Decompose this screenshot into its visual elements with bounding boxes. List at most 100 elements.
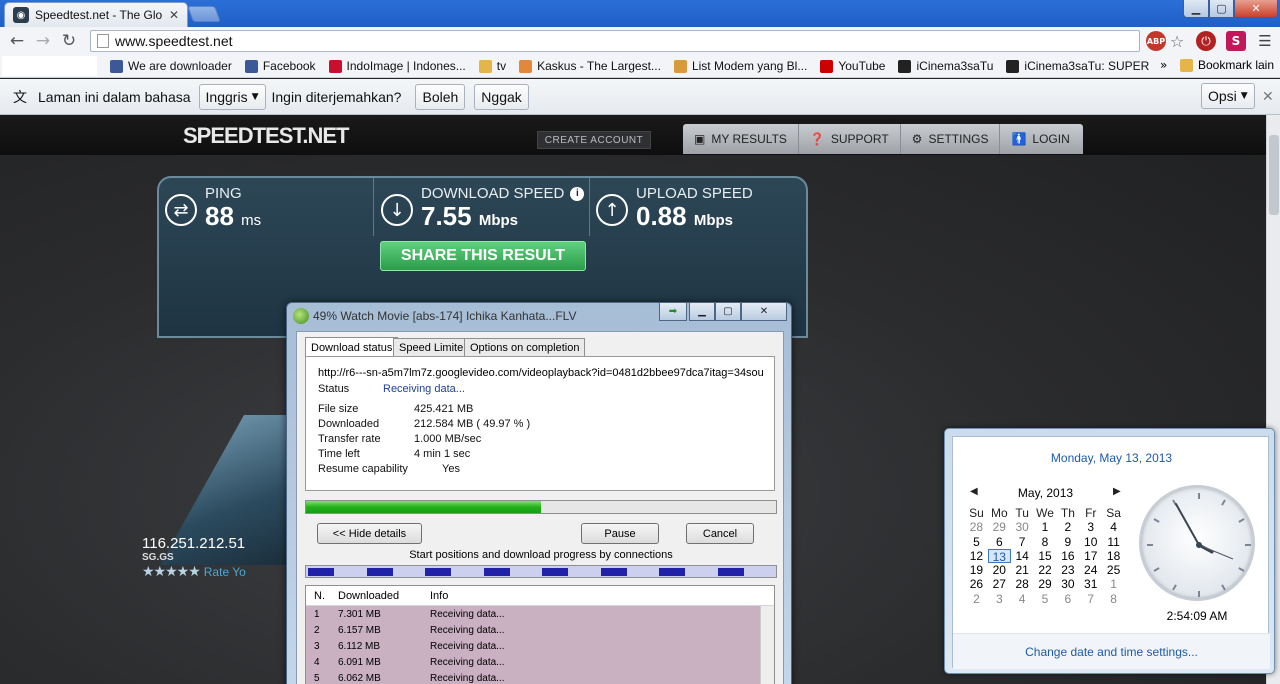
calendar-day[interactable]: 14 [1011, 549, 1034, 563]
calendar-day[interactable]: 28 [965, 520, 988, 534]
translate-no-button[interactable]: Nggak [474, 83, 529, 110]
calendar-day[interactable]: 4 [1102, 520, 1125, 534]
calendar-day[interactable]: 2 [1056, 520, 1079, 534]
dialog-close-button[interactable]: ✕ [741, 303, 787, 321]
tab-options-on-completion[interactable]: Options on completion [464, 338, 586, 356]
extension-s-icon[interactable]: S [1226, 31, 1246, 51]
language-select[interactable]: Inggris ▼ [198, 83, 266, 110]
window-close-button[interactable]: ✕ [1234, 0, 1278, 18]
calendar-day[interactable]: 22 [1034, 563, 1057, 577]
create-account-button[interactable]: CREATE ACCOUNT [537, 131, 651, 149]
calendar-day[interactable]: 18 [1102, 549, 1125, 563]
calendar-day[interactable]: 19 [965, 563, 988, 577]
translate-options-button[interactable]: Opsi ▼ [1201, 83, 1255, 109]
next-month-icon[interactable]: ▶ [1113, 486, 1121, 497]
calendar-day[interactable]: 27 [988, 577, 1011, 591]
new-tab-button[interactable] [187, 6, 221, 22]
connection-row[interactable]: 3 6.112 MB Receiving data... [306, 638, 774, 654]
calendar-day[interactable]: 9 [1056, 535, 1079, 549]
calendar-day[interactable]: 29 [988, 520, 1011, 534]
calendar-day[interactable]: 20 [988, 563, 1011, 577]
nav-login[interactable]: 🚹 LOGIN [1000, 124, 1080, 154]
calendar-day[interactable]: 7 [1079, 592, 1102, 606]
bookmark-item[interactable]: We are downloader [110, 59, 232, 73]
tab-speed-limiter[interactable]: Speed Limiter [393, 338, 473, 356]
calendar-day[interactable]: 23 [1056, 563, 1079, 577]
calendar-day[interactable]: 21 [1011, 563, 1034, 577]
calendar-day[interactable]: 3 [988, 592, 1011, 606]
connections-scrollbar[interactable] [760, 606, 774, 684]
calendar-day[interactable]: 7 [1011, 535, 1034, 549]
calendar-day[interactable]: 25 [1102, 563, 1125, 577]
pause-button[interactable]: Pause [581, 523, 659, 544]
calendar-day[interactable]: 12 [965, 549, 988, 563]
adblock-icon[interactable]: ABP [1146, 31, 1166, 51]
bookmark-item[interactable]: tv [478, 59, 506, 73]
dialog-arrow-button[interactable]: ➡ [659, 303, 687, 321]
calendar-day[interactable]: 5 [1034, 592, 1057, 606]
calendar-day[interactable]: 2 [965, 592, 988, 606]
translate-close-icon[interactable]: ✕ [1262, 89, 1274, 105]
tab-download-status[interactable]: Download status [305, 337, 399, 357]
col-header-downloaded[interactable]: Downloaded [328, 590, 424, 602]
calendar-day[interactable]: 24 [1079, 563, 1102, 577]
calendar-day[interactable]: 30 [1056, 577, 1079, 591]
bookmark-other[interactable]: Bookmark lain [1179, 58, 1274, 72]
share-result-button[interactable]: SHARE THIS RESULT [380, 241, 586, 271]
bookmark-item[interactable]: YouTube [820, 59, 885, 73]
calendar-day[interactable]: 4 [1011, 592, 1034, 606]
calendar-day[interactable]: 3 [1079, 520, 1102, 534]
bookmark-item[interactable]: IndoImage | Indones... [328, 59, 466, 73]
nav-support[interactable]: ❓ SUPPORT [799, 124, 901, 154]
calendar-day[interactable]: 29 [1034, 577, 1057, 591]
hide-details-button[interactable]: << Hide details [317, 523, 422, 544]
bookmark-item[interactable]: List Modem yang Bl... [673, 59, 807, 73]
window-maximize-button[interactable]: ▢ [1209, 0, 1234, 18]
calendar-day[interactable]: 13 [987, 548, 1011, 564]
star-bookmark-icon[interactable]: ☆ [1167, 31, 1187, 51]
address-bar[interactable]: www.speedtest.net [90, 30, 1140, 52]
bookmark-item[interactable]: iCinema3saTu [898, 59, 993, 73]
connection-row[interactable]: 4 6.091 MB Receiving data... [306, 654, 774, 670]
col-header-info[interactable]: Info [424, 590, 774, 602]
connection-row[interactable]: 2 6.157 MB Receiving data... [306, 622, 774, 638]
col-header-n[interactable]: N. [306, 590, 328, 602]
calendar-day[interactable]: 1 [1034, 520, 1057, 534]
calendar-day[interactable]: 1 [1102, 577, 1125, 591]
window-minimize-button[interactable]: ▁ [1183, 0, 1209, 18]
calendar-day[interactable]: 16 [1056, 549, 1079, 563]
scroll-thumb[interactable] [1269, 135, 1279, 215]
nav-settings[interactable]: ⚙ SETTINGS [901, 124, 1001, 154]
calendar-day[interactable]: 26 [965, 577, 988, 591]
back-arrow-icon[interactable]: ← [4, 31, 30, 51]
calendar-day[interactable]: 30 [1011, 520, 1034, 534]
connection-row[interactable]: 5 6.062 MB Receiving data... [306, 670, 774, 684]
calendar-day[interactable]: 31 [1079, 577, 1102, 591]
translate-yes-button[interactable]: Boleh [415, 83, 466, 110]
calendar-day[interactable]: 8 [1034, 535, 1057, 549]
calendar-day[interactable]: 6 [988, 535, 1011, 549]
extension-red-icon[interactable]: ⏻ [1196, 31, 1216, 51]
tab-speedtest[interactable]: ◉ Speedtest.net - The Globa ✕ [4, 2, 188, 27]
rate-isp-link[interactable]: Rate Yo [204, 565, 246, 579]
calendar-day[interactable]: 11 [1102, 535, 1125, 549]
calendar-day[interactable]: 10 [1079, 535, 1102, 549]
calendar-day[interactable]: 8 [1102, 592, 1125, 606]
dialog-minimize-button[interactable]: ▁ [689, 303, 715, 321]
connection-row[interactable]: 1 7.301 MB Receiving data... [306, 606, 774, 622]
forward-arrow-icon[interactable]: → [30, 31, 56, 51]
rating-stars[interactable]: ★★★★★ [142, 563, 201, 580]
calendar-day[interactable]: 5 [965, 535, 988, 549]
calendar-day[interactable]: 6 [1056, 592, 1079, 606]
nav-my-results[interactable]: ▣ MY RESULTS [683, 124, 799, 154]
reload-icon[interactable]: ↻ [56, 31, 82, 51]
tab-close-icon[interactable]: ✕ [169, 8, 179, 22]
bookmark-item[interactable]: Facebook [244, 59, 316, 73]
dialog-maximize-button[interactable]: ▢ [715, 303, 741, 321]
calendar-long-date[interactable]: Monday, May 13, 2013 [953, 451, 1270, 465]
bookmark-item[interactable]: iCinema3saTu: SUPER [1006, 59, 1149, 73]
info-icon[interactable]: i [570, 186, 585, 201]
calendar-day[interactable]: 28 [1011, 577, 1034, 591]
calendar-day[interactable]: 17 [1079, 549, 1102, 563]
speedtest-logo[interactable]: SPEEDTEST.NET [183, 123, 349, 149]
